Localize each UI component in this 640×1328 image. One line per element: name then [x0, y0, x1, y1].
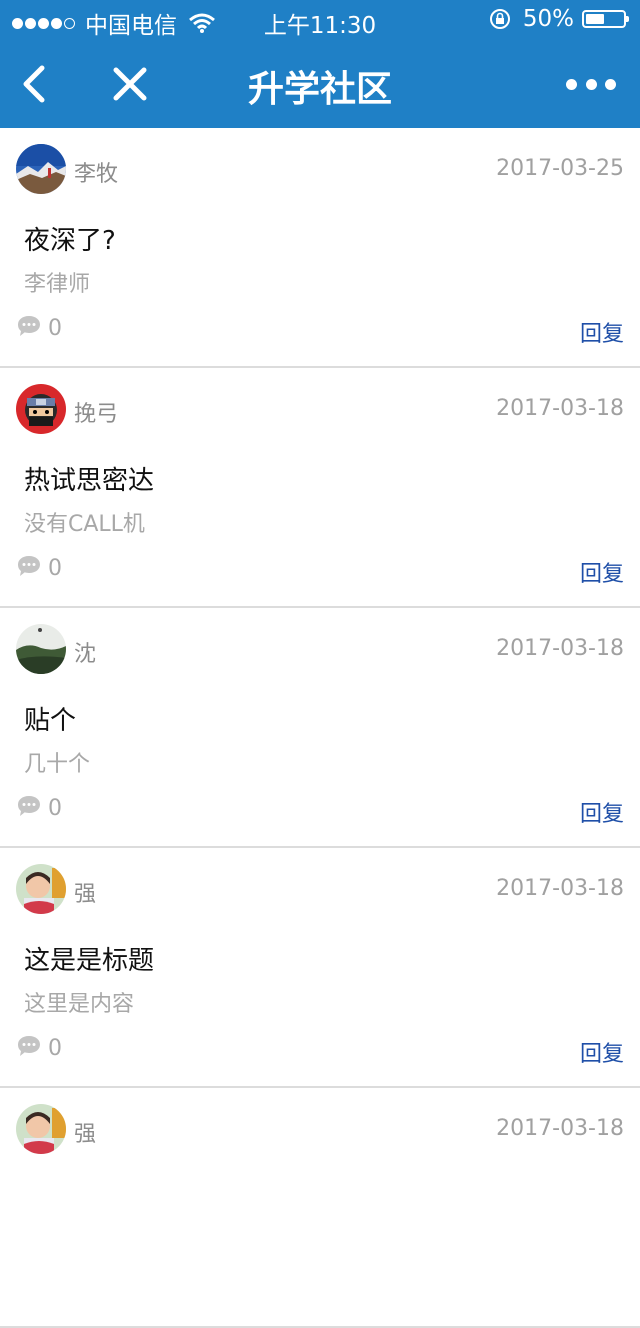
post-author[interactable]: 强	[74, 1116, 96, 1148]
post-title[interactable]: 贴个	[24, 700, 76, 737]
more-options-icon[interactable]	[566, 70, 616, 98]
post-date: 2017-03-18	[496, 876, 624, 901]
comment-icon	[18, 556, 40, 576]
post-item[interactable]: 沈 2017-03-18 贴个 几十个 0 回复	[0, 608, 640, 848]
mountain-avatar[interactable]	[16, 144, 66, 194]
post-content: 几十个	[24, 752, 91, 777]
page-title: 升学社区	[247, 69, 392, 110]
post-author[interactable]: 挽弓	[74, 396, 118, 428]
status-bar: 中国电信 上午11:30 50%	[0, 0, 640, 40]
post-item[interactable]: 强 2017-03-18 这是是标题 这里是内容 0 回复	[0, 848, 640, 1088]
comment-count: 0	[48, 796, 62, 821]
post-content: 李律师	[24, 272, 91, 297]
reply-button[interactable]: 回复	[580, 1036, 624, 1068]
reply-button[interactable]: 回复	[580, 556, 624, 588]
child-avatar[interactable]	[16, 1104, 66, 1154]
post-title[interactable]: 夜深了?	[24, 220, 116, 257]
rotation-lock-icon	[489, 9, 510, 29]
post-date: 2017-03-18	[496, 1116, 624, 1141]
status-right: 50%	[489, 6, 629, 32]
post-author[interactable]: 沈	[74, 636, 96, 668]
post-title[interactable]: 热试思密达	[24, 460, 154, 497]
comment-icon	[18, 1036, 40, 1056]
reply-button[interactable]: 回复	[580, 316, 624, 348]
battery-icon	[582, 10, 629, 28]
post-author[interactable]: 强	[74, 876, 96, 908]
post-content: 没有CALL机	[24, 512, 145, 537]
nav-bar: 升学社区	[0, 40, 640, 128]
post-date: 2017-03-25	[496, 156, 624, 181]
post-date: 2017-03-18	[496, 636, 624, 661]
post-feed: 李牧 2017-03-25 夜深了? 李律师 0 回复 挽弓 2017-03-1…	[0, 128, 640, 1328]
battery-percent: 50%	[522, 6, 574, 32]
comment-icon	[18, 796, 40, 816]
post-content: 这里是内容	[24, 992, 135, 1017]
post-item[interactable]: 挽弓 2017-03-18 热试思密达 没有CALL机 0 回复	[0, 368, 640, 608]
reply-button[interactable]: 回复	[580, 796, 624, 828]
comment-count: 0	[48, 316, 62, 341]
post-item[interactable]: 强 2017-03-18	[0, 1088, 640, 1328]
ninja-avatar[interactable]	[16, 384, 66, 434]
comment-count: 0	[48, 1036, 62, 1061]
post-title[interactable]: 这是是标题	[24, 940, 154, 977]
post-date: 2017-03-18	[496, 396, 624, 421]
comment-icon	[18, 316, 40, 336]
child-avatar[interactable]	[16, 864, 66, 914]
comment-count: 0	[48, 556, 62, 581]
landscape-avatar[interactable]	[16, 624, 66, 674]
post-item[interactable]: 李牧 2017-03-25 夜深了? 李律师 0 回复	[0, 128, 640, 368]
post-author[interactable]: 李牧	[74, 156, 118, 188]
